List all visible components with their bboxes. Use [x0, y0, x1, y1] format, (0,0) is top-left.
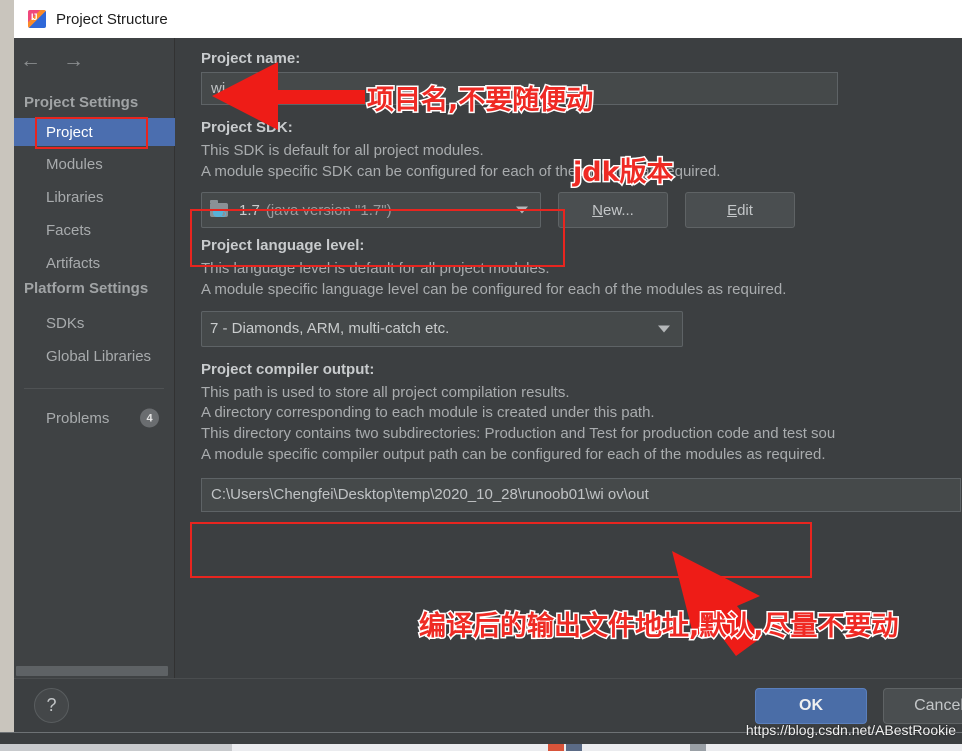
project-sdk-desc-1: This SDK is default for all project modu…	[201, 142, 484, 159]
sidebar-item-libraries[interactable]: Libraries	[14, 183, 175, 211]
project-sdk-dropdown[interactable]: 1.7 (java version "1.7")	[201, 192, 541, 229]
watermark-url: https://blog.csdn.net/ABestRookie	[745, 722, 956, 738]
compiler-output-label: Project compiler output:	[201, 360, 375, 378]
sidebar-horizontal-scrollbar[interactable]	[14, 664, 174, 678]
language-level-desc-2: A module specific language level can be …	[201, 281, 787, 299]
compiler-output-input[interactable]: C:\Users\Chengfei\Desktop\temp\2020_10_2…	[201, 477, 961, 512]
project-sdk-label: Project SDK:	[201, 119, 293, 136]
sidebar-item-project[interactable]: Project	[14, 118, 175, 146]
compiler-output-desc-1: This path is used to store all project c…	[201, 383, 570, 401]
help-button[interactable]: ?	[34, 688, 69, 723]
ok-button[interactable]: OK	[755, 688, 867, 724]
sdk-version-value: 1.7	[239, 201, 260, 219]
project-name-label: Project name:	[201, 50, 301, 67]
intellij-idea-icon	[28, 10, 46, 28]
sidebar-divider	[24, 388, 164, 389]
taskbar-left-segment	[0, 744, 232, 751]
sidebar-item-label: Global Libraries	[46, 347, 152, 365]
back-arrow-icon[interactable]: ←	[20, 50, 41, 71]
dialog-body: ← → Project Settings Project Modules Lib…	[14, 38, 962, 732]
language-level-dropdown[interactable]: 7 - Diamonds, ARM, multi-catch etc.	[201, 310, 683, 347]
project-name-input[interactable]: wi.........g...	[201, 72, 838, 105]
project-settings-panel: Project name: wi.........g... Project SD…	[175, 38, 962, 678]
project-structure-window: Project Structure ← → Project Settings P…	[0, 0, 962, 751]
window-titlebar: Project Structure	[14, 0, 962, 38]
sidebar-item-label: SDKs	[46, 314, 85, 332]
language-level-label: Project language level:	[201, 237, 365, 255]
chevron-down-icon	[516, 206, 528, 214]
sidebar-navigation[interactable]: ← →	[20, 50, 84, 71]
sdk-version-detail: (java version "1.7")	[265, 201, 392, 219]
new-button-rest: ew...	[602, 201, 634, 219]
sidebar-item-modules[interactable]: Modules	[14, 150, 175, 178]
jdk-folder-icon	[210, 199, 230, 219]
chevron-down-icon	[658, 325, 670, 333]
project-name-value: wi.........g...	[211, 80, 284, 97]
sidebar-group-project-settings: Project Settings	[24, 94, 139, 111]
sidebar-item-label: Modules	[46, 155, 103, 173]
compiler-output-desc-4: A module specific compiler output path c…	[201, 445, 826, 463]
taskbar-icon-3[interactable]	[690, 744, 706, 751]
compiler-output-desc-2: A directory corresponding to each module…	[201, 404, 655, 422]
sidebar-item-global-libraries[interactable]: Global Libraries	[14, 342, 175, 370]
compiler-output-value: C:\Users\Chengfei\Desktop\temp\2020_10_2…	[211, 486, 649, 503]
language-level-desc-1: This language level is default for all p…	[201, 260, 550, 278]
edit-button-rest: dit	[737, 201, 753, 219]
taskbar-icon-1[interactable]	[548, 744, 564, 751]
edit-sdk-button[interactable]: Edit	[685, 192, 795, 229]
cancel-button[interactable]: Cancel	[883, 688, 962, 724]
project-sdk-desc-2: A module specific SDK can be configured …	[201, 162, 721, 180]
window-title: Project Structure	[56, 10, 168, 28]
sidebar-item-label: Problems	[46, 409, 110, 427]
sidebar-group-platform-settings: Platform Settings	[24, 280, 149, 297]
sidebar-item-sdks[interactable]: SDKs	[14, 309, 175, 337]
sidebar-item-problems[interactable]: Problems 4	[14, 404, 175, 432]
sidebar-item-label: Project	[46, 123, 93, 141]
new-button-mnemonic: N	[592, 201, 603, 219]
language-level-value: 7 - Diamonds, ARM, multi-catch etc.	[210, 320, 450, 338]
forward-arrow-icon[interactable]: →	[63, 50, 84, 71]
compiler-output-desc-3: This directory contains two subdirectori…	[201, 425, 836, 443]
settings-sidebar: ← → Project Settings Project Modules Lib…	[14, 38, 175, 678]
sidebar-item-artifacts[interactable]: Artifacts	[14, 249, 175, 277]
sidebar-item-label: Libraries	[46, 188, 104, 206]
sidebar-item-label: Facets	[46, 221, 92, 239]
sidebar-item-facets[interactable]: Facets	[14, 216, 175, 244]
edit-button-mnemonic: E	[727, 201, 738, 219]
sidebar-item-label: Artifacts	[46, 254, 101, 272]
problems-count-badge: 4	[140, 408, 159, 428]
new-sdk-button[interactable]: New...	[558, 192, 668, 229]
scrollbar-thumb[interactable]	[16, 666, 168, 676]
taskbar-icon-2[interactable]	[566, 744, 582, 751]
sdk-row: 1.7 (java version "1.7") New... Edit	[201, 192, 962, 229]
